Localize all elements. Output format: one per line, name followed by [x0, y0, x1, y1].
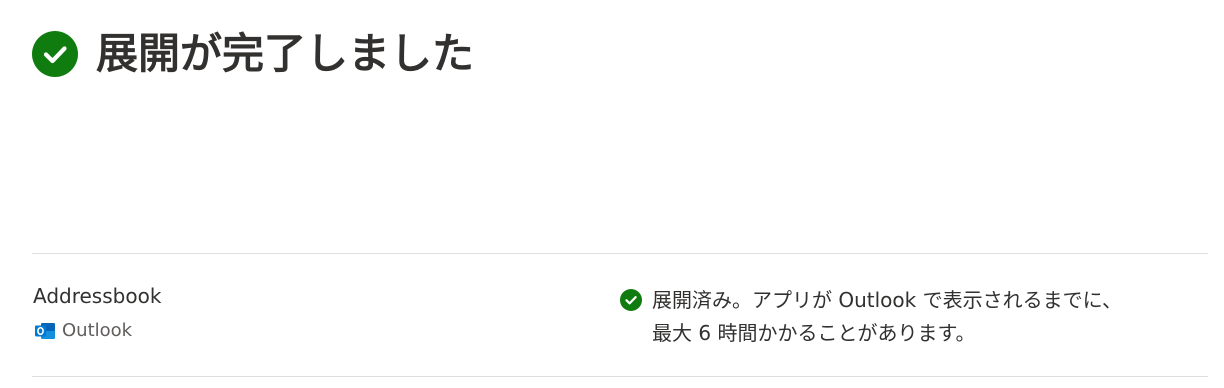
host-app: Outlook [34, 320, 132, 342]
status-line-1: 展開済み。アプリが Outlook で表示されるまでに、 [652, 288, 1122, 312]
deployment-row: Addressbook Outlook 展開済み。アプリが Outlook で表… [32, 254, 1208, 376]
app-name: Addressbook [33, 284, 162, 308]
divider [32, 376, 1208, 377]
page-title: 展開が完了しました [96, 29, 475, 78]
deployment-status: 展開済み。アプリが Outlook で表示されるまでに、 最大 6 時間かかるこ… [620, 284, 1192, 350]
check-circle-icon [32, 31, 78, 77]
deployment-header: 展開が完了しました [32, 28, 474, 80]
host-label: Outlook [62, 320, 133, 341]
status-message: 展開済み。アプリが Outlook で表示されるまでに、 最大 6 時間かかるこ… [652, 284, 1192, 350]
status-line-2: 最大 6 時間かかることがあります。 [652, 321, 976, 345]
check-circle-icon [620, 289, 642, 311]
outlook-icon [34, 320, 56, 342]
